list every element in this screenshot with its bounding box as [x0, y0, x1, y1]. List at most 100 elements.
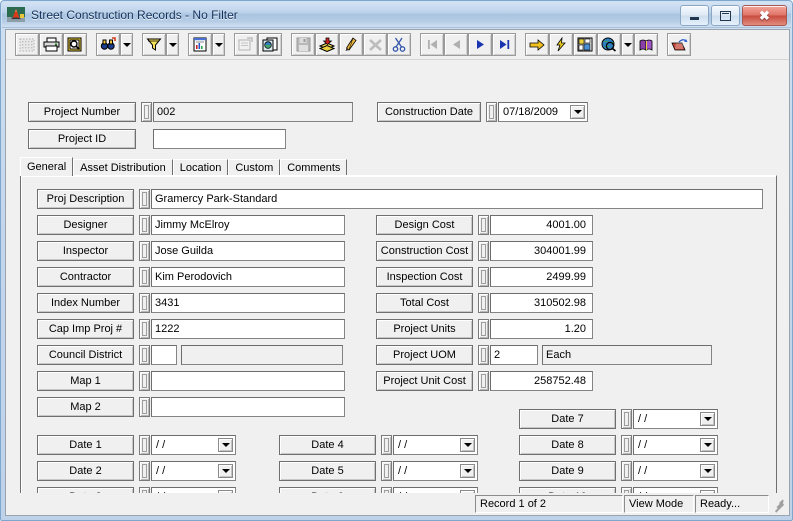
date2-lookup-button[interactable] [139, 461, 150, 481]
date4-lookup-button[interactable] [381, 435, 392, 455]
proj-description-lookup-button[interactable] [139, 189, 150, 209]
date8-label[interactable]: Date 8 [519, 435, 616, 455]
filter-dropdown-icon[interactable] [166, 33, 179, 56]
first-record-icon[interactable] [420, 33, 444, 56]
date9-dropdown-icon[interactable] [700, 464, 715, 478]
index-number-label[interactable]: Index Number [37, 293, 134, 313]
designer-label[interactable]: Designer [37, 215, 134, 235]
close-button[interactable]: ✖ [742, 5, 787, 26]
construction-cost-label[interactable]: Construction Cost [376, 241, 473, 261]
cap-imp-proj-input[interactable]: 1222 [151, 319, 345, 339]
date5-dropdown-icon[interactable] [460, 464, 475, 478]
date5-lookup-button[interactable] [381, 461, 392, 481]
project-number-label[interactable]: Project Number [28, 102, 136, 122]
last-record-icon[interactable] [492, 33, 516, 56]
design-cost-input[interactable]: 4001.00 [490, 215, 593, 235]
map1-lookup-button[interactable] [139, 371, 150, 391]
index-number-lookup-button[interactable] [139, 293, 150, 313]
date8-dropdown-icon[interactable] [700, 438, 715, 452]
date9-label[interactable]: Date 9 [519, 461, 616, 481]
project-units-label[interactable]: Project Units [376, 319, 473, 339]
date1-label[interactable]: Date 1 [37, 435, 134, 455]
date4-input[interactable]: / / [393, 435, 478, 455]
print-icon[interactable] [39, 33, 63, 56]
map-layers-icon[interactable] [573, 33, 597, 56]
find-dropdown-icon[interactable] [120, 33, 133, 56]
project-unit-cost-lookup-button[interactable] [478, 371, 489, 391]
next-record-icon[interactable] [468, 33, 492, 56]
tab-custom[interactable]: Custom [228, 159, 281, 176]
date4-label[interactable]: Date 4 [279, 435, 376, 455]
project-number-input[interactable]: 002 [153, 102, 353, 122]
construction-date-lookup-button[interactable] [486, 102, 497, 122]
edit-record-icon[interactable] [339, 33, 363, 56]
date5-input[interactable]: / / [393, 461, 478, 481]
tab-asset-distribution[interactable]: Asset Distribution [73, 159, 173, 176]
date2-input[interactable]: / / [151, 461, 236, 481]
contractor-label[interactable]: Contractor [37, 267, 134, 287]
inspection-cost-label[interactable]: Inspection Cost [376, 267, 473, 287]
construction-date-label[interactable]: Construction Date [377, 102, 481, 122]
project-id-input[interactable] [153, 129, 286, 149]
filter-icon[interactable] [142, 33, 166, 56]
date1-input[interactable]: / / [151, 435, 236, 455]
council-district-label[interactable]: Council District [37, 345, 134, 365]
goto-icon[interactable] [525, 33, 549, 56]
add-record-icon[interactable] [315, 33, 339, 56]
council-district-code-input[interactable] [151, 345, 177, 365]
tab-general[interactable]: General [20, 157, 74, 176]
cap-imp-proj-lookup-button[interactable] [139, 319, 150, 339]
globe-search-icon[interactable] [597, 33, 621, 56]
construction-date-input[interactable]: 07/18/2009 [498, 102, 588, 122]
find-icon[interactable] [96, 33, 120, 56]
inspection-cost-lookup-button[interactable] [478, 267, 489, 287]
save-icon[interactable] [291, 33, 315, 56]
construction-date-dropdown-icon[interactable] [570, 105, 585, 119]
date9-lookup-button[interactable] [621, 461, 632, 481]
report-dropdown-icon[interactable] [212, 33, 225, 56]
inspector-label[interactable]: Inspector [37, 241, 134, 261]
designer-input[interactable]: Jimmy McElroy [151, 215, 345, 235]
date2-dropdown-icon[interactable] [218, 464, 233, 478]
report-icon[interactable] [188, 33, 212, 56]
inspection-cost-input[interactable]: 2499.99 [490, 267, 593, 287]
council-district-lookup-button[interactable] [139, 345, 150, 365]
help-book-icon[interactable] [634, 33, 658, 56]
exit-icon[interactable] [667, 33, 691, 56]
total-cost-label[interactable]: Total Cost [376, 293, 473, 313]
project-uom-code-input[interactable]: 2 [490, 345, 538, 365]
map2-input[interactable] [151, 397, 345, 417]
proj-description-input[interactable]: Gramercy Park-Standard [151, 189, 763, 209]
designer-lookup-button[interactable] [139, 215, 150, 235]
date2-label[interactable]: Date 2 [37, 461, 134, 481]
project-units-lookup-button[interactable] [478, 319, 489, 339]
project-unit-cost-input[interactable]: 258752.48 [490, 371, 593, 391]
tab-location[interactable]: Location [172, 159, 229, 176]
date7-input[interactable]: / / [633, 409, 718, 429]
copy-record-icon[interactable] [258, 33, 282, 56]
design-cost-label[interactable]: Design Cost [376, 215, 473, 235]
cap-imp-proj-label[interactable]: Cap Imp Proj # [37, 319, 134, 339]
date7-label[interactable]: Date 7 [519, 409, 616, 429]
map2-lookup-button[interactable] [139, 397, 150, 417]
minimize-button[interactable] [680, 5, 709, 26]
globe-dropdown-icon[interactable] [621, 33, 634, 56]
date1-dropdown-icon[interactable] [218, 438, 233, 452]
tab-comments[interactable]: Comments [280, 159, 348, 176]
date5-label[interactable]: Date 5 [279, 461, 376, 481]
properties-icon[interactable] [234, 33, 258, 56]
contractor-lookup-button[interactable] [139, 267, 150, 287]
project-uom-label[interactable]: Project UOM [376, 345, 473, 365]
construction-cost-input[interactable]: 304001.99 [490, 241, 593, 261]
print-preview-icon[interactable] [63, 33, 87, 56]
total-cost-lookup-button[interactable] [478, 293, 489, 313]
action-icon[interactable] [549, 33, 573, 56]
inspector-lookup-button[interactable] [139, 241, 150, 261]
construction-cost-lookup-button[interactable] [478, 241, 489, 261]
map2-label[interactable]: Map 2 [37, 397, 134, 417]
date7-lookup-button[interactable] [621, 409, 632, 429]
resize-grip-icon[interactable] [772, 497, 787, 513]
date9-input[interactable]: / / [633, 461, 718, 481]
date4-dropdown-icon[interactable] [460, 438, 475, 452]
date1-lookup-button[interactable] [139, 435, 150, 455]
